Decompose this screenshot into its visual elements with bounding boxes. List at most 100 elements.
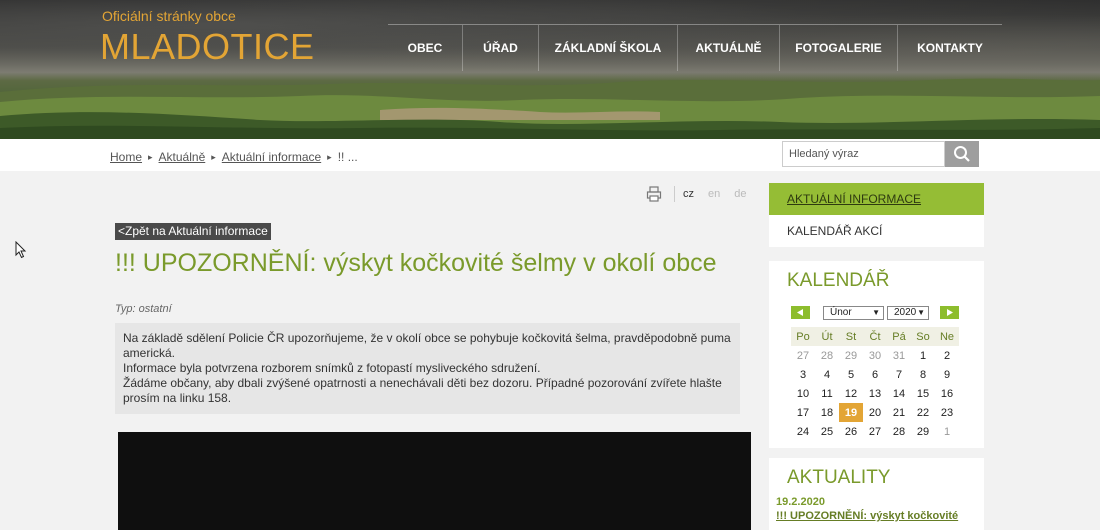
calendar-week-row: 27 28 29 30 31 1 2 [791,346,961,365]
main-nav: OBEC ÚŘAD ZÁKLADNÍ ŠKOLA AKTUÁLNĚ FOTOGA… [388,24,1002,71]
calendar-day[interactable]: 30 [863,346,887,365]
breadcrumb-home-link[interactable]: Home [110,150,142,164]
calendar-day[interactable]: 20 [863,403,887,422]
calendar-day[interactable]: 17 [791,403,815,422]
article-type: Typ: ostatní [115,303,172,315]
calendar-day[interactable]: 18 [815,403,839,422]
search-button[interactable] [945,141,979,167]
calendar-day[interactable]: 15 [911,384,935,403]
search-input[interactable] [782,141,945,167]
calendar-day[interactable]: 21 [887,403,911,422]
calendar-day[interactable]: 3 [791,365,815,384]
calendar-day[interactable]: 24 [791,422,815,441]
calendar-day[interactable]: 9 [935,365,959,384]
lang-de-link[interactable]: de [734,188,746,200]
breadcrumb-separator-icon: ▸ [148,151,153,162]
chevron-down-icon: ▼ [917,308,925,317]
chevron-down-icon: ▼ [872,308,880,317]
print-icon[interactable] [646,186,662,202]
article-paragraph: Žádáme občany, aby dbali zvýšené opatrno… [123,376,722,405]
calendar-week-row: 17 18 19 20 21 22 23 [791,403,961,422]
calendar-day[interactable]: 11 [815,384,839,403]
calendar-title: KALENDÁŘ [787,270,890,291]
calendar-year-select[interactable]: 2020 ▼ [887,306,929,320]
calendar-day[interactable]: 22 [911,403,935,422]
calendar-day[interactable]: 7 [887,365,911,384]
article-photo[interactable] [118,432,751,530]
calendar-day-today[interactable]: 19 [839,403,863,422]
calendar-day[interactable]: 1 [935,422,959,441]
article-title: !!! UPOZORNĚNÍ: výskyt kočkovité šelmy v… [115,249,717,277]
calendar-weekday: Pá [887,327,911,346]
breadcrumb-aktualni-informace-link[interactable]: Aktuální informace [222,150,321,164]
sidebar-item-kalendar-akci[interactable]: KALENDÁŘ AKCÍ [769,215,984,247]
calendar-weekday-row: Po Út St Čt Pá So Ne [791,327,961,346]
calendar-month-value: Únor [830,307,852,318]
news-date: 19.2.2020 [776,496,825,508]
site-title-logo[interactable]: MLADOTICE [100,26,315,68]
calendar-day[interactable]: 16 [935,384,959,403]
calendar-next-button[interactable] [940,306,959,319]
article-paragraph: Na základě sdělení Policie ČR upozorňuje… [123,331,731,360]
calendar-day[interactable]: 2 [935,346,959,365]
calendar-day[interactable]: 29 [839,346,863,365]
lang-cz-link[interactable]: cz [683,188,694,200]
calendar-day[interactable]: 28 [815,346,839,365]
arrow-right-icon [947,309,953,316]
sidebar-item-aktualni-informace[interactable]: AKTUÁLNÍ INFORMACE [769,183,984,215]
nav-item-urad[interactable]: ÚŘAD [462,25,538,71]
calendar-month-select[interactable]: Únor ▼ [823,306,884,320]
calendar-weekday: St [839,327,863,346]
calendar-week-row: 3 4 5 6 7 8 9 [791,365,961,384]
calendar-day[interactable]: 14 [887,384,911,403]
calendar-weekday: Po [791,327,815,346]
calendar-day[interactable]: 4 [815,365,839,384]
calendar-day[interactable]: 10 [791,384,815,403]
header-landscape-image [0,78,1100,139]
calendar-day[interactable]: 13 [863,384,887,403]
site-header: Oficiální stránky obce MLADOTICE OBEC ÚŘ… [0,0,1100,139]
calendar-day[interactable]: 8 [911,365,935,384]
calendar-weekday: Ne [935,327,959,346]
nav-item-zakladni-skola[interactable]: ZÁKLADNÍ ŠKOLA [538,25,677,71]
calendar-day[interactable]: 1 [911,346,935,365]
calendar-day[interactable]: 28 [887,422,911,441]
lang-en-link[interactable]: en [708,188,720,200]
breadcrumb: Home ▸ Aktuálně ▸ Aktuální informace ▸ !… [110,150,358,164]
calendar-day[interactable]: 6 [863,365,887,384]
article-paragraph: Informace byla potvrzena rozborem snímků… [123,361,541,375]
calendar-day[interactable]: 27 [863,422,887,441]
divider [674,186,675,202]
calendar-day[interactable]: 27 [791,346,815,365]
article-body: Na základě sdělení Policie ČR upozorňuje… [115,323,740,414]
news-item-link[interactable]: !!! UPOZORNĚNÍ: výskyt kočkovité [769,510,984,522]
breadcrumb-aktualne-link[interactable]: Aktuálně [159,150,206,164]
search-icon [954,146,970,162]
nav-item-obec[interactable]: OBEC [388,25,462,71]
arrow-left-icon [797,309,803,316]
calendar-day[interactable]: 12 [839,384,863,403]
news-panel: AKTUALITY 19.2.2020 !!! UPOZORNĚNÍ: výsk… [769,458,984,530]
calendar-day[interactable]: 5 [839,365,863,384]
calendar-week-row: 10 11 12 13 14 15 16 [791,384,961,403]
back-link[interactable]: <Zpět na Aktuální informace [115,223,271,240]
calendar-day[interactable]: 23 [935,403,959,422]
calendar-grid: Po Út St Čt Pá So Ne 27 28 29 30 31 1 2 … [791,327,961,441]
sidebar-menu: AKTUÁLNÍ INFORMACE KALENDÁŘ AKCÍ [769,183,984,247]
search-form [782,141,979,167]
calendar-day[interactable]: 31 [887,346,911,365]
nav-item-kontakty[interactable]: KONTAKTY [897,25,1002,71]
calendar-day[interactable]: 26 [839,422,863,441]
breadcrumb-separator-icon: ▸ [327,151,332,162]
calendar-panel: KALENDÁŘ Únor ▼ 2020 ▼ Po Út St Čt Pá So… [769,261,984,448]
site-subtitle: Oficiální stránky obce [102,8,236,24]
calendar-day[interactable]: 29 [911,422,935,441]
nav-item-fotogalerie[interactable]: FOTOGALERIE [779,25,897,71]
calendar-controls: Únor ▼ 2020 ▼ [791,306,961,320]
nav-item-aktualne[interactable]: AKTUÁLNĚ [677,25,779,71]
calendar-prev-button[interactable] [791,306,810,319]
breadcrumb-separator-icon: ▸ [211,151,216,162]
calendar-weekday: So [911,327,935,346]
calendar-day[interactable]: 25 [815,422,839,441]
calendar-weekday: Čt [863,327,887,346]
